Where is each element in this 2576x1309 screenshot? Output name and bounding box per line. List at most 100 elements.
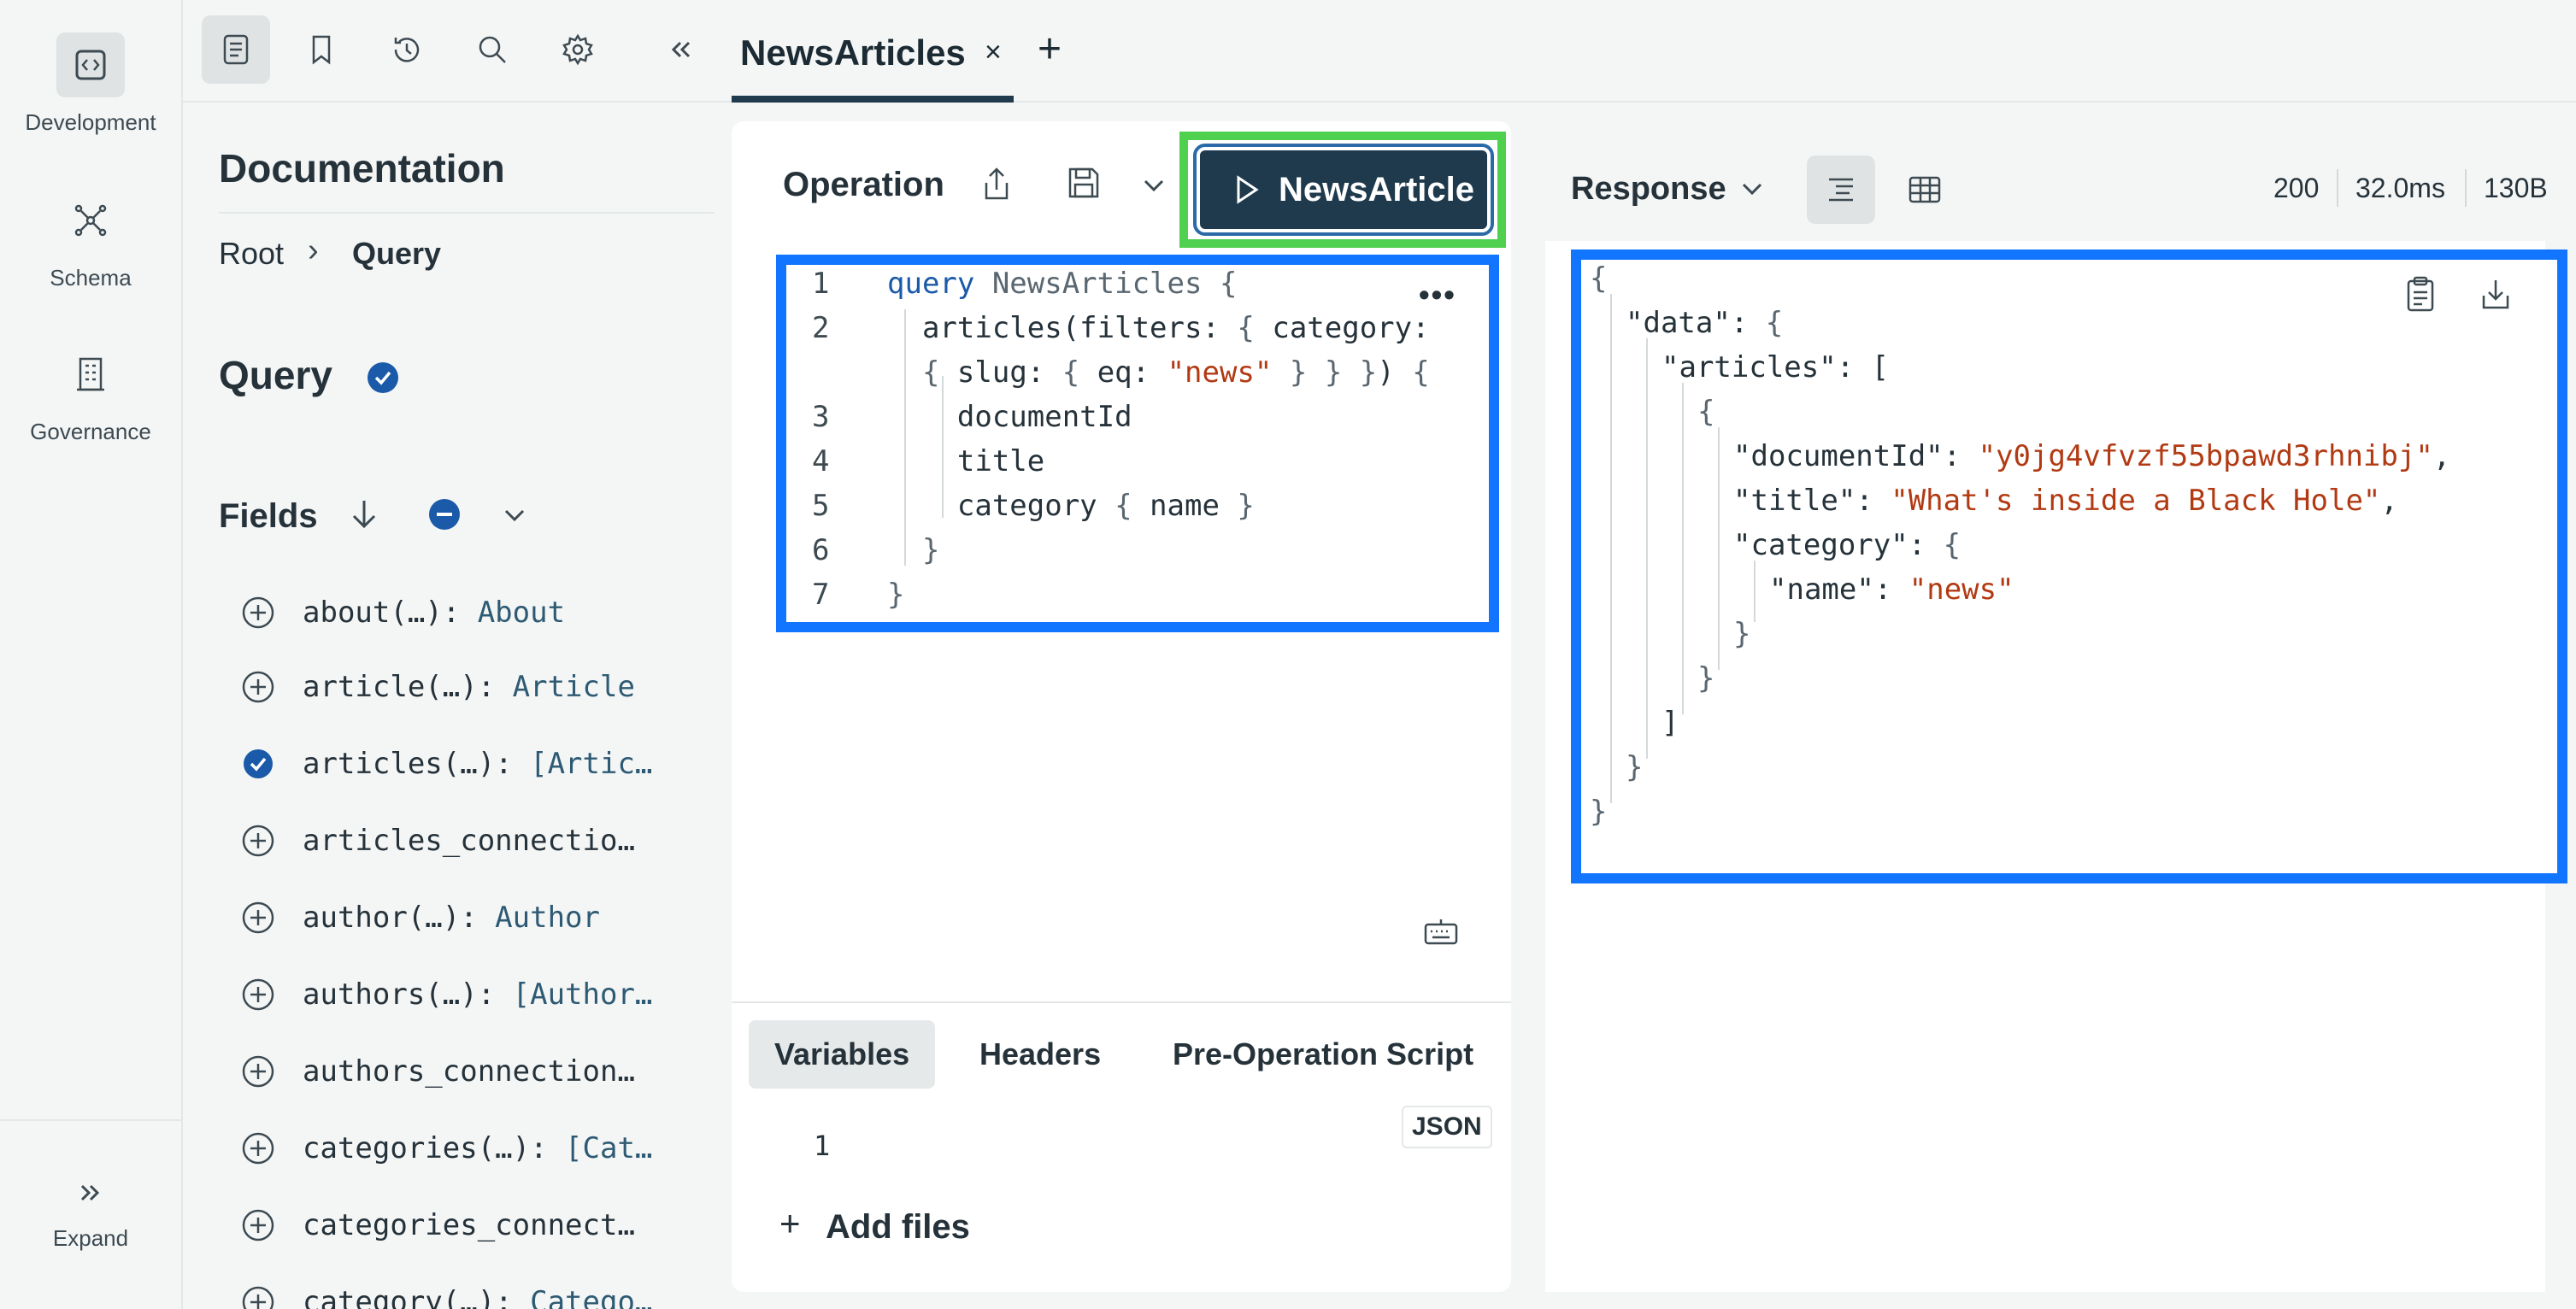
code-line: 1 query NewsArticles { [786,267,1489,311]
json-badge[interactable]: JSON [1402,1106,1492,1148]
response-time: 32.0ms [2355,173,2445,203]
field-item[interactable]: categories_connect… [239,1200,718,1251]
add-files-button[interactable]: Add files [826,1208,970,1247]
field-name: authors_connection… [303,1054,635,1089]
field-item[interactable]: about(…): About [239,587,718,638]
field-name: articles_connectio… [303,824,635,858]
history-button[interactable] [373,15,441,84]
history-icon [394,38,420,62]
download-icon[interactable] [2479,275,2513,317]
check-circle-icon[interactable] [366,361,400,399]
add-circle-icon[interactable] [239,1053,277,1090]
keyboard-icon[interactable] [1422,916,1460,951]
plus-icon[interactable]: + [779,1203,801,1244]
more-options-icon[interactable]: ••• [1419,277,1456,313]
field-item[interactable]: categories(…): [Cat… [239,1123,718,1174]
divider [219,212,715,214]
code-line: 5 category { name } [786,489,1489,533]
add-circle-icon[interactable] [239,899,277,936]
collapse-sidebar-button[interactable] [646,15,715,84]
add-circle-icon[interactable] [239,822,277,860]
bookmark-icon [312,35,331,65]
code-text: documentId [887,400,1132,434]
response-line: "articles": [ [1661,350,1890,384]
chevrons-left-icon [671,41,691,58]
code-text: { slug: { eq: "news" } } }) { [921,355,1430,390]
chevron-down-icon[interactable] [1138,174,1169,203]
docs-button[interactable] [202,15,270,84]
rail-item-governance[interactable]: Governance [0,342,181,445]
top-toolbar: NewsArticles × + [183,0,2576,103]
graph-icon [56,188,125,253]
line-number: 5 [812,489,830,523]
field-item[interactable]: author(…): Author [239,892,718,943]
indent-guide [1646,338,1648,759]
sort-arrow-icon[interactable] [345,496,383,537]
add-circle-icon[interactable] [239,1130,277,1167]
indent-guide [1682,383,1684,714]
response-line: "title": "What's inside a Black Hole", [1733,484,2398,518]
check-circle-icon[interactable] [239,745,277,783]
chevron-down-icon[interactable] [1737,178,1767,206]
response-size: 130B [2484,173,2548,203]
chevrons-right-icon [56,1160,125,1225]
clipboard-icon[interactable] [2403,275,2438,317]
query-editor[interactable]: 1 query NewsArticles {2 articles(filters:… [786,265,1489,622]
code-line: { slug: { eq: "news" } } }) { [786,355,1489,400]
code-text: } [887,533,940,567]
deselect-all-icon[interactable] [427,497,462,536]
table-view-button[interactable] [1891,156,1959,224]
code-line: 3 documentId [786,400,1489,444]
field-item[interactable]: category(…): Catego… [239,1277,718,1309]
add-tab-button[interactable]: + [1038,26,1062,73]
rail-item-schema[interactable]: Schema [0,188,181,291]
text-view-button[interactable] [1807,156,1875,224]
indent-guide [1610,294,1612,803]
rail-item-development[interactable]: Development [0,32,181,136]
document-icon [223,34,249,65]
chevron-down-icon[interactable] [499,501,530,536]
tab-headers[interactable]: Headers [954,1020,1126,1089]
settings-button[interactable] [544,15,612,84]
tab-newsarticles[interactable]: NewsArticles × [732,0,1014,103]
expand-label: Expand [52,1225,129,1251]
add-circle-icon[interactable] [239,1283,277,1309]
field-item[interactable]: authors(…): [Author… [239,969,718,1020]
save-icon[interactable] [1065,164,1103,206]
add-circle-icon[interactable] [239,594,277,631]
field-name: articles(…): [Artic… [303,747,653,781]
variables-line-number: 1 [814,1130,831,1162]
field-item[interactable]: articles(…): [Artic… [239,738,718,790]
response-highlight: {"data": {"articles": [{"documentId": "y… [1571,249,2567,883]
add-circle-icon[interactable] [239,976,277,1013]
status-code: 200 [2273,173,2320,203]
response-title[interactable]: Response [1571,171,1726,208]
share-icon[interactable] [979,166,1014,208]
line-number: 1 [812,267,830,301]
add-circle-icon[interactable] [239,1206,277,1244]
tab-variables[interactable]: Variables [749,1020,936,1089]
bookmark-button[interactable] [287,15,356,84]
line-number: 7 [812,578,830,612]
operation-panel: Operation NewsArticle 1 query NewsArticle… [732,121,1511,1292]
expand-button[interactable]: Expand [0,1160,181,1252]
chevron-right-icon: › [308,232,319,268]
response-line: { [1590,261,1608,296]
response-code[interactable]: {"data": {"articles": [{"documentId": "y… [1581,260,2557,873]
run-operation-button[interactable]: NewsArticle [1193,144,1494,236]
field-item[interactable]: article(…): Article [239,661,718,713]
search-button[interactable] [458,15,526,84]
response-line: "documentId": "y0jg4vfvzf55bpawd3rhnibj"… [1733,439,2451,473]
tab-pre-operation-script[interactable]: Pre-Operation Script [1147,1020,1499,1089]
breadcrumb-current: Query [352,236,442,271]
rail-label: Development [25,109,156,135]
code-icon [56,32,125,97]
divider [2337,169,2338,207]
tab-close-button[interactable]: × [985,36,1002,69]
add-circle-icon[interactable] [239,668,277,706]
operation-title: Operation [783,166,944,203]
field-item[interactable]: authors_connection… [239,1046,718,1097]
code-line: 4 title [786,444,1489,489]
breadcrumb-root[interactable]: Root [219,236,284,272]
field-item[interactable]: articles_connectio… [239,815,718,866]
